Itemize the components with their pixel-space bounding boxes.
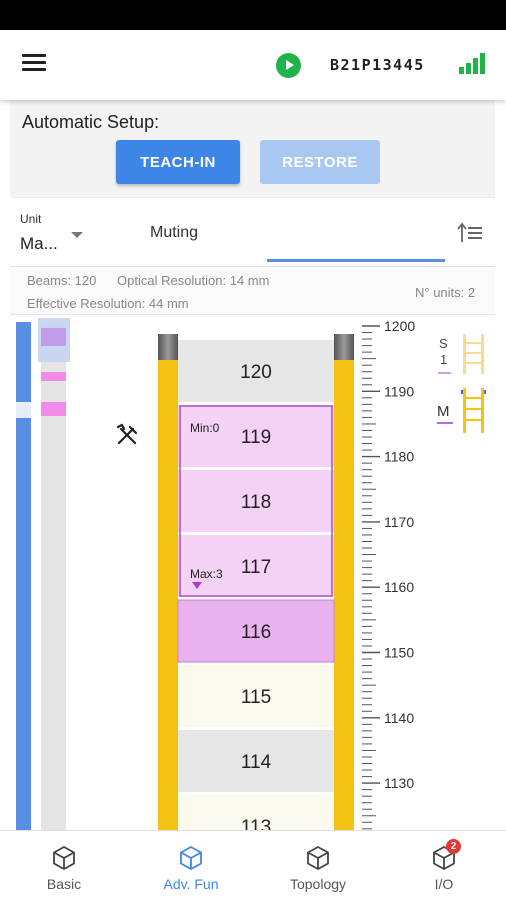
curtain-cap-right [334,334,354,360]
notification-badge: 2 [446,839,461,854]
scale-label: 1200 [384,318,415,334]
cube-icon [53,845,75,871]
nav-label: I/O [434,876,454,892]
muting-max-label: Max:3 [190,567,223,581]
beam-number-115: 115 [241,687,271,708]
unit-s-index: 1 [440,352,447,367]
nav-label: Adv. Fun [163,876,219,892]
info-row: Beams: 120 Optical Resolution: 14 mm Eff… [10,267,495,315]
beam-number-118: 118 [241,492,271,513]
units-count-info: N° units: 2 [415,285,476,300]
scale-label: 1190 [384,383,414,399]
beam-number-113: 113 [241,817,271,830]
scale-label: 1140 [384,710,414,726]
signal-strength-icon [459,52,487,74]
caret-down-icon[interactable] [71,232,83,238]
effective-resolution-info: Effective Resolution: 44 mm [27,296,189,311]
tab-underline [267,259,445,262]
setup-title: Automatic Setup: [22,112,160,132]
automatic-setup-panel: Automatic Setup: TEACH-IN RESTORE [10,100,495,197]
scale-label: 1130 [384,775,414,791]
app-bar: B21P13445 [0,30,506,100]
beams-group: 120 119 118 117 116 115 114 113 [177,340,335,830]
unit-m-underline [437,422,453,424]
curtain-cap-left [158,334,178,360]
scale-ruler: 1200 1190 1180 1170 1160 1150 1140 1130 [362,318,415,830]
nav-adv-fun[interactable]: Adv. Fun [150,831,232,900]
ladder-m-icon[interactable] [461,388,486,433]
tools-icon[interactable] [116,423,138,445]
scale-label: 1170 [384,514,414,530]
unit-s-label: S [439,336,448,351]
ladder-s-icon[interactable] [463,334,484,374]
restore-button[interactable]: RESTORE [260,140,380,184]
menu-icon[interactable] [22,54,46,74]
teach-in-button[interactable]: TEACH-IN [116,140,240,184]
beam-number-114: 114 [241,752,272,773]
overview-mark [41,402,66,416]
nav-basic[interactable]: Basic [28,831,100,900]
optical-resolution-info: Optical Resolution: 14 mm [117,273,270,288]
beam-number-117: 117 [241,557,271,578]
overview-mark [41,372,66,381]
beam-number-120: 120 [240,362,272,383]
beam-number-119: 119 [241,427,271,448]
overview-mark [41,328,66,346]
unit-m-label: M [437,403,450,420]
muting-min-label: Min:0 [190,421,220,435]
cube-icon [307,845,329,871]
overview-strip-blue-gap [16,402,31,418]
play-icon[interactable] [276,53,301,78]
tab-muting[interactable]: Muting [150,224,198,242]
nav-label: Basic [46,876,82,892]
unit-select[interactable]: Ma... [20,234,58,254]
beams-info: Beams: 120 [27,273,97,288]
bottom-nav: Basic Adv. Fun Topology 2 I/O [0,830,506,900]
overview-strip-gray [41,322,66,830]
beam-number-116: 116 [241,622,271,643]
overview-strip-blue [16,322,31,830]
cube-icon-wrapper: 2 [431,839,461,871]
status-bar [0,0,506,30]
unit-label: Unit [20,212,42,226]
beam-view: 120 119 118 117 116 115 114 113 Min:0 Max:3 120… [0,316,506,830]
nav-io[interactable]: 2 I/O [414,831,474,900]
scale-label: 1150 [384,645,414,661]
nav-label: Topology [289,876,347,892]
scale-label: 1180 [384,449,414,465]
nav-topology[interactable]: Topology [274,831,362,900]
curtain-frame-left [158,334,178,830]
curtain-frame-right [334,334,354,830]
beam-diagram: 120 119 118 117 116 115 114 113 Min:0 Max:3 120… [16,318,486,830]
sort-icon[interactable] [457,222,483,244]
device-id: B21P13445 [330,56,425,74]
unit-s-underline [438,372,451,374]
tabs-row: Unit Ma... Muting [10,197,495,267]
scale-label: 1160 [384,579,414,595]
cube-icon [180,845,202,871]
